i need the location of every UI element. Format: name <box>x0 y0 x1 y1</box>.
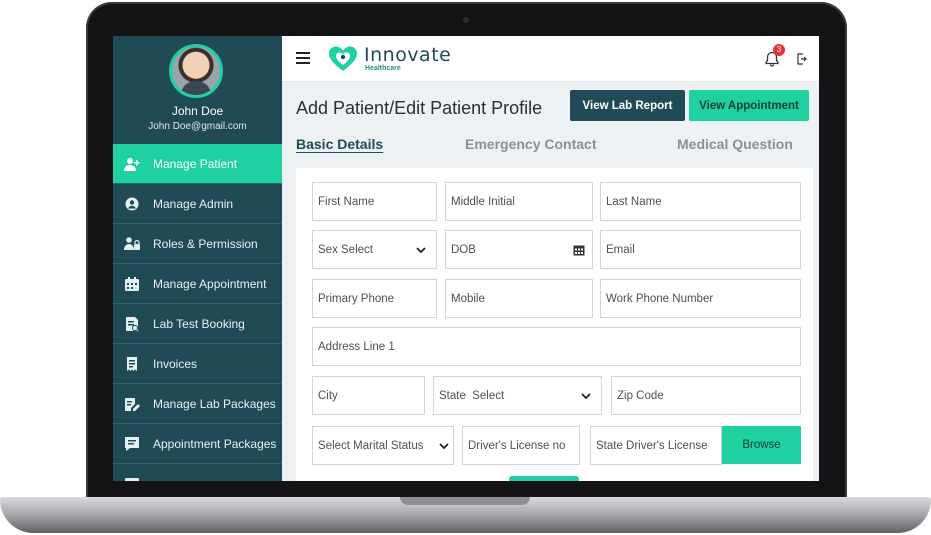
zip-code-placeholder: Zip Code <box>617 389 664 402</box>
calendar-icon[interactable] <box>573 244 585 256</box>
sex-select[interactable]: Sex Select <box>312 230 437 269</box>
marital-status-select[interactable]: Select Marital Status <box>312 426 454 465</box>
hamburger-menu-icon[interactable] <box>296 52 310 64</box>
view-appointment-button[interactable]: View Appointment <box>689 90 809 121</box>
brand-subtitle: Healthcare <box>365 65 401 72</box>
chevron-down-icon <box>581 393 591 400</box>
sex-select-value: Sex Select <box>318 243 373 256</box>
laptop-notch <box>400 497 530 505</box>
state-select-value: State Select <box>439 389 505 402</box>
submit-button[interactable] <box>509 476 579 481</box>
chevron-down-icon <box>416 247 426 254</box>
mobile-input[interactable]: Mobile <box>445 279 593 318</box>
sidebar-item-label: Lab Test Booking <box>153 316 245 331</box>
webcam <box>463 17 469 23</box>
calendar-icon <box>123 276 141 292</box>
last-name-placeholder: Last Name <box>606 195 662 208</box>
zip-code-input[interactable]: Zip Code <box>611 376 801 415</box>
tab-emergency-contact[interactable]: Emergency Contact <box>465 136 596 152</box>
last-name-input[interactable]: Last Name <box>600 182 801 221</box>
mobile-placeholder: Mobile <box>451 292 485 305</box>
address-line-1-placeholder: Address Line 1 <box>318 340 395 353</box>
logout-icon[interactable] <box>797 53 807 65</box>
sidebar-item-invoices[interactable]: Invoices <box>113 344 282 384</box>
view-lab-report-button[interactable]: View Lab Report <box>570 90 685 121</box>
appointment-package-icon <box>123 436 141 452</box>
package-edit-icon <box>123 396 141 412</box>
sidebar-item-more[interactable] <box>113 464 282 481</box>
avatar[interactable] <box>169 44 223 98</box>
dob-input[interactable]: DOB <box>445 230 593 269</box>
brand-name: Innovate <box>364 44 452 66</box>
add-user-icon <box>123 156 141 172</box>
tab-basic-details[interactable]: Basic Details <box>296 136 383 152</box>
users-lock-icon <box>123 236 141 252</box>
middle-initial-input[interactable]: Middle Initial <box>445 182 593 221</box>
user-name: John Doe <box>171 104 224 118</box>
work-phone-input[interactable]: Work Phone Number <box>600 279 801 318</box>
sidebar: John Doe John Doe@gmail.com Manage Patie… <box>113 36 282 481</box>
address-line-1-input[interactable]: Address Line 1 <box>312 327 801 366</box>
sidebar-item-label: Manage Appointment <box>153 276 267 291</box>
sidebar-item-label: Manage Patient <box>153 156 238 171</box>
primary-phone-input[interactable]: Primary Phone <box>312 279 437 318</box>
middle-initial-placeholder: Middle Initial <box>451 195 515 208</box>
city-placeholder: City <box>318 389 338 402</box>
email-placeholder: Email <box>606 243 635 256</box>
invoice-icon <box>123 356 141 372</box>
sidebar-item-manage-appointment[interactable]: Manage Appointment <box>113 264 282 304</box>
sidebar-nav: Manage Patient Manage Admin Roles & Perm… <box>113 144 282 481</box>
dob-placeholder: DOB <box>451 243 476 256</box>
sidebar-item-lab-test-booking[interactable]: Lab Test Booking <box>113 304 282 344</box>
primary-phone-placeholder: Primary Phone <box>318 292 395 305</box>
first-name-placeholder: First Name <box>318 195 375 208</box>
screen: John Doe John Doe@gmail.com Manage Patie… <box>113 36 819 481</box>
sidebar-item-label: Appointment Packages <box>153 436 277 451</box>
list-icon <box>123 476 141 481</box>
sidebar-item-label: Manage Admin <box>153 196 234 211</box>
marital-status-value: Select Marital Status <box>318 439 424 452</box>
sidebar-item-label: Invoices <box>153 356 198 371</box>
state-drivers-license-placeholder: State Driver's License <box>596 439 708 452</box>
first-name-input[interactable]: First Name <box>312 182 437 221</box>
tab-medical-question[interactable]: Medical Question <box>677 136 793 152</box>
sidebar-item-roles-permission[interactable]: Roles & Permission <box>113 224 282 264</box>
top-bar: Innovate Healthcare 3 <box>282 36 819 82</box>
user-email: John Doe@gmail.com <box>148 121 247 132</box>
sidebar-item-manage-patient[interactable]: Manage Patient <box>113 144 282 184</box>
browse-button[interactable]: Browse <box>722 426 801 464</box>
page-title: Add Patient/Edit Patient Profile <box>296 98 543 118</box>
notification-badge: 3 <box>773 44 785 56</box>
sidebar-item-label: Roles & Permission <box>153 236 258 251</box>
state-select[interactable]: State Select <box>433 376 602 415</box>
sidebar-item-manage-lab-packages[interactable]: Manage Lab Packages <box>113 384 282 424</box>
drivers-license-input[interactable]: Driver's License no <box>462 426 580 465</box>
gear-user-icon <box>123 196 141 212</box>
sidebar-item-label: Manage Lab Packages <box>153 396 276 411</box>
work-phone-placeholder: Work Phone Number <box>606 292 714 305</box>
email-input[interactable]: Email <box>600 230 801 269</box>
city-input[interactable]: City <box>312 376 425 415</box>
lab-booking-icon <box>123 316 141 332</box>
state-drivers-license-input[interactable]: State Driver's License <box>590 426 722 465</box>
heart-logo-icon <box>329 46 357 71</box>
sidebar-item-manage-admin[interactable]: Manage Admin <box>113 184 282 224</box>
drivers-license-placeholder: Driver's License no <box>468 439 566 452</box>
sidebar-item-appointment-packages[interactable]: Appointment Packages <box>113 424 282 464</box>
chevron-down-icon <box>439 443 449 450</box>
